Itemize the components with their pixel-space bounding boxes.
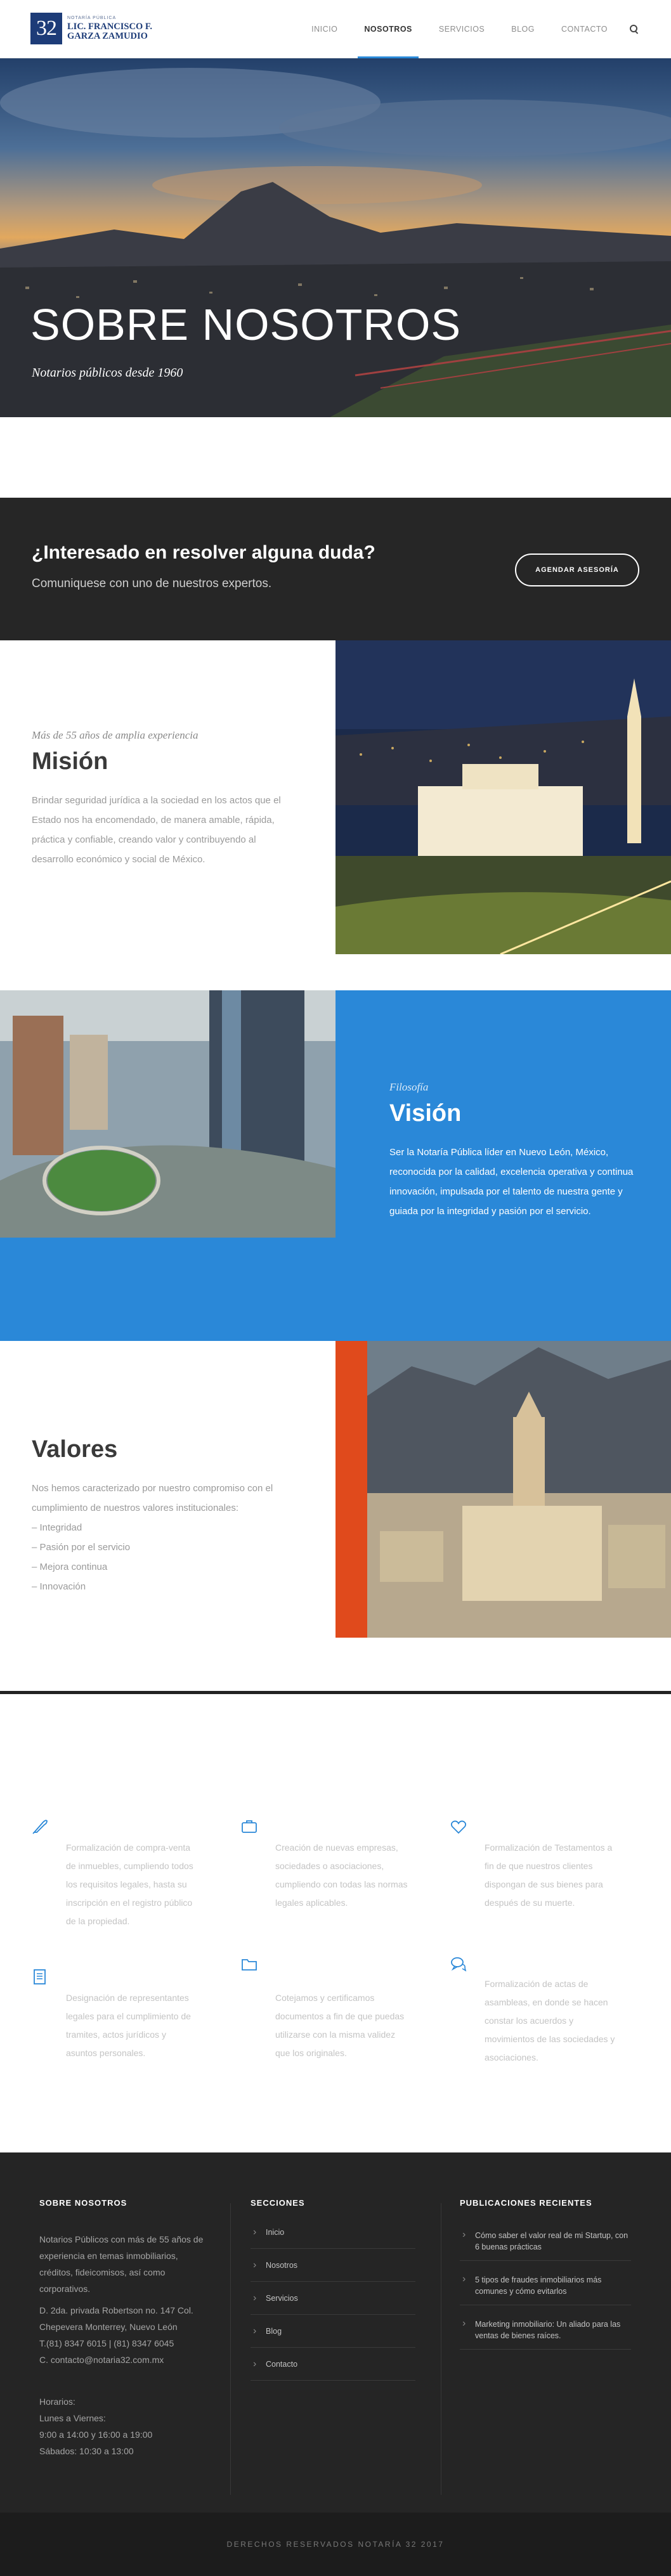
- valores-title: Valores: [32, 1436, 118, 1463]
- footer-about-text: Notarios Públicos con más de 55 años de …: [39, 2234, 204, 2294]
- service-text: Formalización de compra-venta de inmuebl…: [66, 1842, 193, 1926]
- vision-section: Filosofía Visión Ser la Notaría Pública …: [0, 990, 671, 1341]
- footer-link-blog[interactable]: Blog: [251, 2315, 415, 2348]
- valores-section: Valores Nos hemos caracterizado por nues…: [0, 1341, 671, 1638]
- vision-body: Ser la Notaría Pública líder en Nuevo Le…: [389, 1147, 634, 1217]
- footer-hours-title: Horarios:: [39, 2397, 75, 2407]
- hero-title: SOBRE NOSOTROS: [30, 300, 462, 349]
- document-icon: [34, 1969, 46, 1984]
- footer-post-link[interactable]: Marketing inmobiliario: Un aliado para l…: [460, 2318, 631, 2350]
- valores-item: – Pasión por el servicio: [32, 1542, 131, 1553]
- footer-link-servicios[interactable]: Servicios: [251, 2282, 415, 2315]
- service-text: Cotejamos y certificamos documentos a fi…: [275, 1993, 405, 2058]
- nav-item-contacto[interactable]: CONTACTO: [561, 0, 608, 58]
- hero-subtitle: Notarios públicos desde 1960: [32, 366, 183, 380]
- footer-about-title: SOBRE NOSOTROS: [39, 2198, 127, 2208]
- valores-intro-2: cumplimiento de nuestros valores institu…: [32, 1503, 238, 1513]
- footer-link-nosotros[interactable]: Nosotros: [251, 2249, 415, 2282]
- heart-icon: [450, 1820, 467, 1834]
- footer-hours: Horarios: Lunes a Viernes: 9:00 a 14:00 …: [39, 2393, 217, 2459]
- footer-link-contacto[interactable]: Contacto: [251, 2348, 415, 2381]
- page: 32 NOTARÍA PÚBLICA LIC. FRANCISCO F. GAR…: [0, 0, 671, 2576]
- chat-icon: [451, 1957, 467, 1972]
- vision-city-aerial-image: [0, 990, 336, 1238]
- service-text: Formalización de actas de asambleas, en …: [485, 1979, 615, 2062]
- nav-item-servicios[interactable]: SERVICIOS: [439, 0, 485, 58]
- valores-item: – Integridad: [32, 1522, 82, 1533]
- quill-icon: [32, 1820, 48, 1834]
- nav-item-nosotros[interactable]: NOSOTROS: [358, 0, 419, 58]
- footer-contact: D. 2da. privada Robertson no. 147 Col. C…: [39, 2302, 217, 2368]
- mision-title: Misión: [32, 748, 108, 775]
- briefcase-icon: [242, 1820, 257, 1833]
- service-text: Designación de representantes legales pa…: [66, 1993, 191, 2058]
- cta-subtitle: Comuniquese con uno de nuestros expertos…: [32, 577, 272, 590]
- vision-text: Filosofía Visión Ser la Notaría Pública …: [389, 1081, 649, 1221]
- hero-cityscape-image: [0, 58, 671, 417]
- site-header: 32 NOTARÍA PÚBLICA LIC. FRANCISCO F. GAR…: [0, 0, 671, 58]
- valores-item: – Mejora continua: [32, 1562, 108, 1572]
- mision-text: Más de 55 años de amplia experiencia Mis…: [32, 729, 285, 869]
- footer-separator: [230, 2203, 231, 2495]
- footer-hours-line: Sábados: 10:30 a 13:00: [39, 2446, 134, 2456]
- nav-item-inicio[interactable]: INICIO: [311, 0, 337, 58]
- footer-sections-title: SECCIONES: [251, 2198, 305, 2208]
- footer-hours-line: Lunes a Viernes:: [39, 2413, 106, 2423]
- logo-text: NOTARÍA PÚBLICA LIC. FRANCISCO F. GARZA …: [67, 16, 152, 41]
- logo-name-line2: GARZA ZAMUDIO: [67, 31, 148, 41]
- footer-link-inicio[interactable]: Inicio: [251, 2216, 415, 2249]
- service-text: Creación de nuevas empresas, sociedades …: [275, 1842, 408, 1908]
- vision-eyebrow: Filosofía: [389, 1081, 429, 1093]
- logo-number: 32: [30, 13, 62, 44]
- copyright: DERECHOS RESERVADOS NOTARÍA 32 2017: [0, 2513, 671, 2576]
- service-text: Formalización de Testamentos a fin de qu…: [485, 1842, 613, 1908]
- footer-address-2: Chepevera Monterrey, Nuevo León: [39, 2322, 178, 2332]
- logo[interactable]: 32 NOTARÍA PÚBLICA LIC. FRANCISCO F. GAR…: [30, 13, 152, 44]
- mision-eyebrow: Más de 55 años de amplia experiencia: [32, 729, 199, 741]
- footer-phone[interactable]: T.(81) 8347 6015 | (81) 8347 6045: [39, 2335, 217, 2352]
- footer-email[interactable]: C. contacto@notaria32.com.mx: [39, 2352, 217, 2368]
- footer-address-1: D. 2da. privada Robertson no. 147 Col.: [39, 2305, 193, 2315]
- logo-name-line1: LIC. FRANCISCO F.: [67, 22, 153, 32]
- schedule-consultation-button[interactable]: AGENDAR ASESORÍA: [515, 553, 639, 586]
- site-footer: SOBRE NOSOTROS Notarios Públicos con más…: [0, 2152, 671, 2513]
- vision-title: Visión: [389, 1100, 462, 1127]
- mision-body: Brindar seguridad jurídica a la sociedad…: [32, 795, 281, 865]
- mision-section: Más de 55 años de amplia experiencia Mis…: [0, 640, 671, 954]
- folder-icon: [242, 1959, 257, 1971]
- valores-body: Nos hemos caracterizado por nuestro comp…: [32, 1479, 298, 1596]
- search-icon[interactable]: [629, 24, 639, 34]
- footer-post-link[interactable]: Cómo saber el valor real de mi Startup, …: [460, 2229, 631, 2261]
- cta-title: ¿Interesado en resolver alguna duda?: [32, 542, 375, 563]
- main-nav: INICIO NOSOTROS SERVICIOS BLOG CONTACTO: [285, 0, 639, 58]
- valores-item: – Innovación: [32, 1581, 86, 1592]
- valores-text: Valores Nos hemos caracterizado por nues…: [32, 1430, 298, 1596]
- footer-posts-title: PUBLICACIONES RECIENTES: [460, 2198, 592, 2208]
- nav-item-blog[interactable]: BLOG: [511, 0, 535, 58]
- logo-small-text: NOTARÍA PÚBLICA: [67, 16, 117, 20]
- valores-cathedral-image: [336, 1341, 671, 1638]
- footer-post-link[interactable]: 5 tipos de fraudes inmobiliarios más com…: [460, 2274, 631, 2305]
- valores-intro-1: Nos hemos caracterizado por nuestro comp…: [32, 1483, 273, 1494]
- mision-night-building-image: [336, 640, 671, 954]
- hero-banner: SOBRE NOSOTROS Notarios públicos desde 1…: [0, 58, 671, 417]
- cta-banner: ¿Interesado en resolver alguna duda? Com…: [0, 498, 671, 640]
- section-divider: [0, 1691, 671, 1694]
- footer-hours-line: 9:00 a 14:00 y 16:00 a 19:00: [39, 2430, 153, 2440]
